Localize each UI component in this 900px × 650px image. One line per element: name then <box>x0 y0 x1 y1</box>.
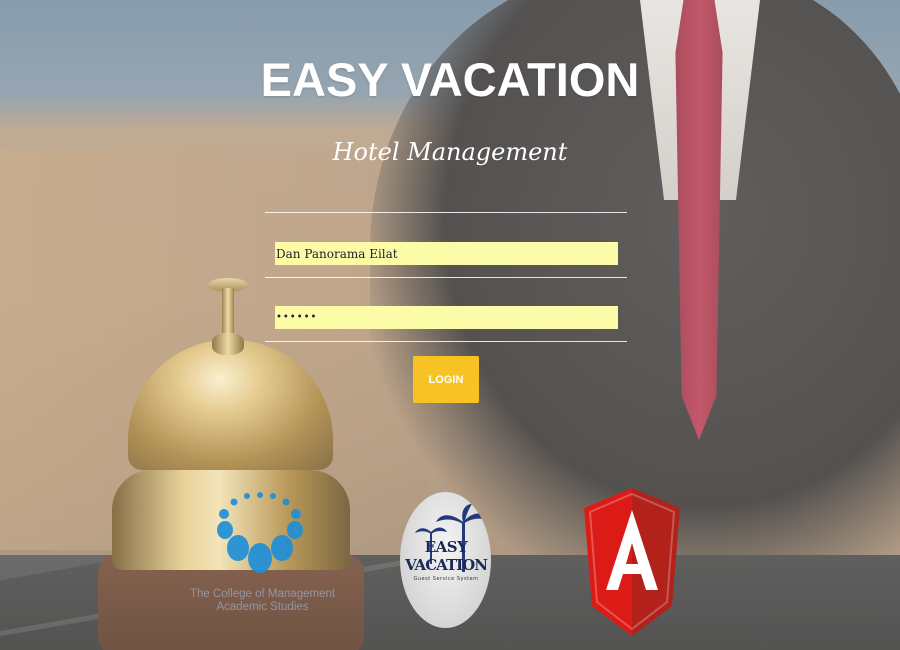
app-subtitle: Hotel Management <box>332 138 568 166</box>
app-title: EASY VACATION <box>260 53 640 106</box>
username-input[interactable] <box>275 242 618 265</box>
easy-vacation-logo: EASY VACATION Guest Service System <box>400 492 491 628</box>
login-button[interactable]: LOGIN <box>413 356 479 403</box>
angular-logo-icon <box>584 488 680 636</box>
college-name-line2: Academic Studies <box>216 601 309 613</box>
divider-top <box>265 212 627 213</box>
easy-vacation-logo-tagline: Guest Service System <box>413 576 479 582</box>
password-input[interactable] <box>275 306 618 329</box>
easy-vacation-logo-line2: VACATION <box>405 556 488 574</box>
easy-vacation-logo-line1: EASY <box>424 538 468 556</box>
college-logo-text: The College of Management Academic Studi… <box>180 588 345 614</box>
divider-bottom <box>265 341 627 342</box>
college-name-line1: The College of Management <box>189 588 336 600</box>
divider-middle <box>265 277 627 278</box>
